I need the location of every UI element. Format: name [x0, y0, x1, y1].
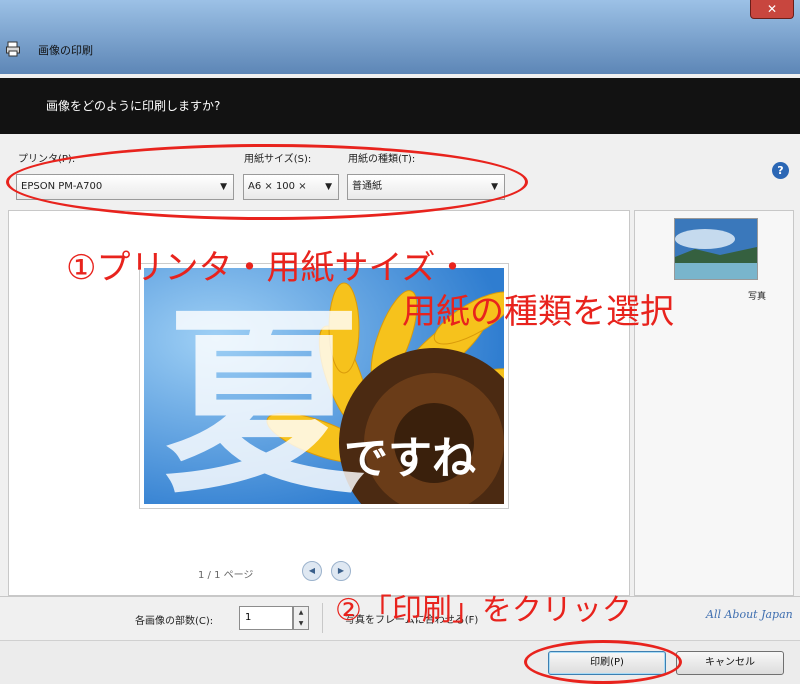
copies-label: 各画像の部数(C):	[135, 616, 214, 627]
printer-icon	[6, 41, 20, 57]
layout-thumbnail[interactable]	[674, 218, 758, 280]
help-icon[interactable]: ?	[772, 162, 789, 179]
annotation-step2: ②「印刷」をクリック	[335, 593, 632, 628]
annotation-step1-line1: ①プリンタ・用紙サイズ・	[66, 248, 470, 288]
copies-spinner[interactable]: ▲ ▼	[293, 606, 309, 630]
photo-caption: ですね	[344, 433, 476, 484]
annotation-oval-print	[524, 640, 682, 684]
spin-up-icon[interactable]: ▲	[294, 607, 308, 618]
annotation-step1-line2: 用紙の種類を選択	[402, 292, 674, 332]
thumbnail-image	[675, 219, 757, 279]
next-page-icon[interactable]: ▶	[331, 561, 351, 581]
close-button[interactable]: ✕	[750, 0, 794, 19]
prev-page-icon[interactable]: ◀	[302, 561, 322, 581]
copies-input[interactable]: 1	[239, 606, 293, 630]
title-bar	[0, 0, 800, 74]
annotation-oval-settings	[6, 144, 528, 220]
photo-kanji: 夏	[164, 288, 365, 504]
window-title: 画像の印刷	[38, 44, 93, 57]
spin-down-icon[interactable]: ▼	[294, 618, 308, 629]
page-indicator: 1 / 1 ページ	[198, 570, 254, 581]
cancel-button[interactable]: キャンセル	[676, 651, 784, 675]
divider	[322, 603, 323, 633]
instruction-text: 画像をどのように印刷しますか?	[46, 99, 221, 113]
thumbnail-caption: 写真	[748, 292, 767, 302]
signature-watermark: All About Japan	[706, 608, 793, 621]
